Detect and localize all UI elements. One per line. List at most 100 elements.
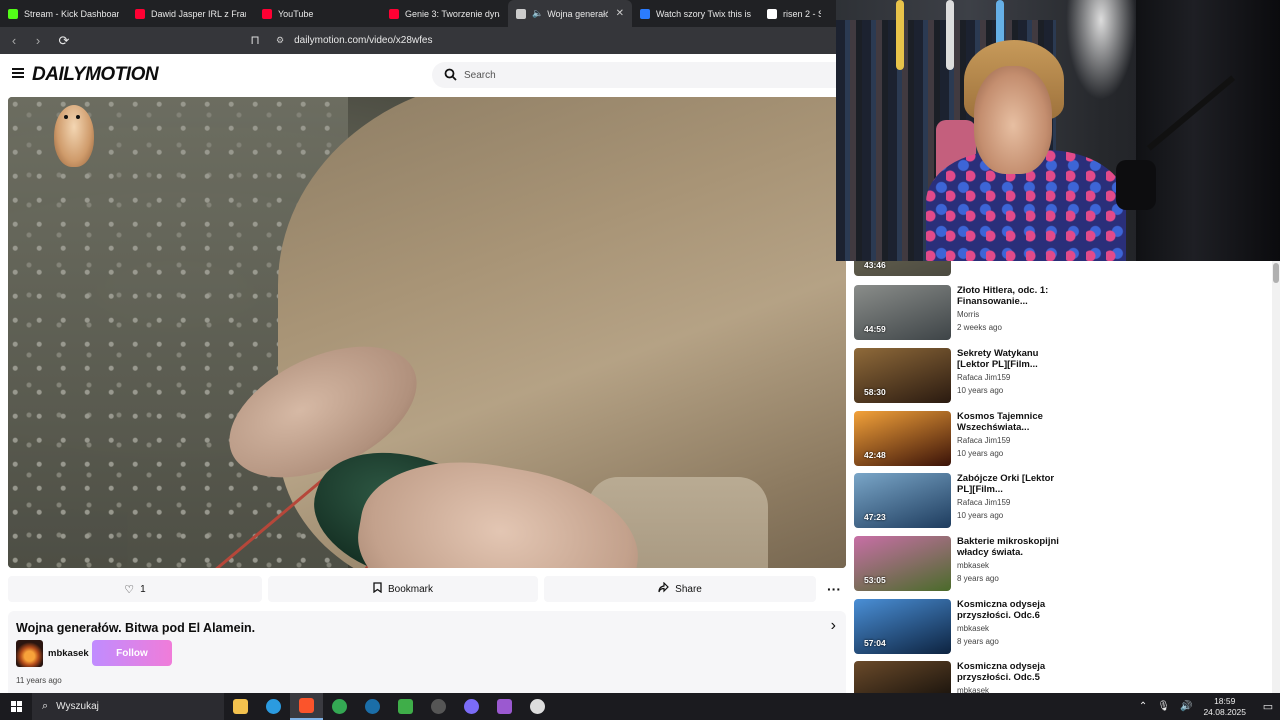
video-thumbnail[interactable]: 53:05 xyxy=(854,536,951,591)
tab-label: risen 2 - Szuka xyxy=(783,8,821,19)
taskbar-app-steam[interactable] xyxy=(356,693,389,720)
video-title[interactable]: Kosmiczna odyseja przyszłości. Odc.5 xyxy=(957,661,1067,683)
chevron-up-icon[interactable]: ⌃ xyxy=(1139,701,1147,712)
video-actions: ♡ 1 Bookmark Share ··· xyxy=(8,576,846,602)
search-icon xyxy=(444,68,458,82)
video-thumbnail[interactable]: 42:48 xyxy=(854,411,951,466)
taskbar-app-app-obs[interactable] xyxy=(422,693,455,720)
video-thumbnail[interactable]: 44:59 xyxy=(854,285,951,340)
video-thumbnail[interactable]: 58:30 xyxy=(854,348,951,403)
volume-icon[interactable]: 🔊 xyxy=(1180,701,1192,712)
site-settings-icon[interactable]: ⚙ xyxy=(276,35,284,46)
video-thumbnail[interactable]: 57:04 xyxy=(854,599,951,654)
reload-button[interactable]: ⟳ xyxy=(54,31,74,51)
system-tray: ⌃ 🎙 🔊 18:59 24.08.2025 ▭ xyxy=(1134,693,1280,720)
recommended-video[interactable]: 53:05 Bakterie mikroskopijni władcy świat… xyxy=(854,536,1154,592)
clock-date: 24.08.2025 xyxy=(1203,706,1246,717)
address-bar[interactable]: ⚙ dailymotion.com/video/x28wfes xyxy=(270,31,836,50)
channel-name[interactable]: Morris xyxy=(957,310,979,319)
taskbar-app-brave[interactable] xyxy=(290,693,323,720)
channel-avatar[interactable] xyxy=(16,640,43,667)
follow-button[interactable]: Follow xyxy=(92,640,172,666)
channel-name[interactable]: Rafaca Jim159 xyxy=(957,373,1010,382)
video-title[interactable]: Kosmos Tajemnice Wszechświata... xyxy=(957,411,1067,433)
video-title[interactable]: Bakterie mikroskopijni władcy świata. xyxy=(957,536,1067,558)
tab-favicon-icon xyxy=(389,8,399,19)
taskbar-search[interactable]: ⌕ Wyszukaj xyxy=(32,693,224,720)
channel-name[interactable]: mbkasek xyxy=(48,648,89,659)
brave-icon xyxy=(299,698,314,713)
browser-tab[interactable]: risen 2 - Szuka xyxy=(759,0,829,27)
notifications-icon[interactable]: ▭ xyxy=(1256,700,1280,713)
share-label: Share xyxy=(675,583,702,595)
recommendations-list: 43:461 week ago 44:59 Złoto Hitlera, odc. … xyxy=(846,261,1272,693)
channel-name[interactable]: Rafaca Jim159 xyxy=(957,436,1010,445)
browser-tab[interactable]: 🔈 Wojna generałów. ✕ xyxy=(508,0,632,27)
microphone-icon[interactable]: 🎙 xyxy=(1157,701,1170,712)
video-thumbnail[interactable]: 43:46 xyxy=(854,261,951,276)
site-logo[interactable]: DAILYMOTION xyxy=(32,64,159,86)
browser-tab[interactable]: Dawid Jasper IRL z Franien xyxy=(127,0,254,27)
browser-tab[interactable]: Stream - Kick Dashboard xyxy=(0,0,127,27)
back-button[interactable]: ‹ xyxy=(4,31,24,51)
search-input[interactable] xyxy=(464,69,764,81)
channel-name[interactable]: mbkasek xyxy=(957,561,989,570)
video-age: 10 years ago xyxy=(957,449,1004,458)
video-info: Wojna generałów. Bitwa pod El Alamein. ›… xyxy=(8,611,846,693)
recommended-video[interactable]: 47:23 Zabójcze Orki [Lektor PL][Film... Ra… xyxy=(854,473,1154,529)
search-box[interactable] xyxy=(432,62,836,88)
recommended-video[interactable]: 58:30 Sekrety Watykanu [Lektor PL][Film..… xyxy=(854,348,1154,404)
chevron-right-icon[interactable]: › xyxy=(831,617,836,635)
channel-name[interactable]: mbkasek xyxy=(957,624,989,633)
more-options-button[interactable]: ··· xyxy=(822,576,846,602)
video-title[interactable]: Zabójcze Orki [Lektor PL][Film... xyxy=(957,473,1067,495)
like-count: 1 xyxy=(140,583,146,595)
app-green-icon xyxy=(398,699,413,714)
bookmark-button[interactable]: Bookmark xyxy=(268,576,538,602)
recommended-video[interactable]: 42:48 Kosmos Tajemnice Wszechświata... Raf… xyxy=(854,411,1154,467)
like-button[interactable]: ♡ 1 xyxy=(8,576,262,602)
page-scrollbar[interactable] xyxy=(1272,261,1280,693)
recommended-video[interactable]: Kosmiczna odyseja przyszłości. Odc.5 mbka… xyxy=(854,661,1154,693)
bookmark-page-icon[interactable]: ⊓ xyxy=(246,31,264,49)
steam-icon xyxy=(365,699,380,714)
taskbar-app-edge[interactable] xyxy=(257,693,290,720)
channel-name[interactable]: mbkasek xyxy=(957,686,989,693)
tab-audio-icon[interactable]: 🔈 xyxy=(532,8,543,19)
taskbar-app-file-explorer[interactable] xyxy=(224,693,257,720)
tab-close-icon[interactable]: ✕ xyxy=(616,8,624,19)
video-thumbnail[interactable] xyxy=(854,661,951,693)
start-button[interactable] xyxy=(0,693,32,720)
taskbar-app-app-colorful[interactable] xyxy=(488,693,521,720)
recommended-video[interactable]: 44:59 Złoto Hitlera, odc. 1: Finansowanie… xyxy=(854,285,1154,341)
scrollbar-thumb[interactable] xyxy=(1273,263,1279,283)
video-title[interactable]: Złoto Hitlera, odc. 1: Finansowanie... xyxy=(957,285,1067,307)
hamster-overlay-icon xyxy=(54,105,94,167)
tab-favicon-icon xyxy=(262,8,272,19)
video-age: 8 years ago xyxy=(957,637,999,646)
video-duration: 43:46 xyxy=(864,261,886,270)
browser-tab[interactable]: Genie 3: Tworzenie dynam xyxy=(381,0,508,27)
video-title[interactable]: Sekrety Watykanu [Lektor PL][Film... xyxy=(957,348,1067,370)
clock[interactable]: 18:59 24.08.2025 xyxy=(1203,696,1246,718)
video-thumbnail[interactable]: 47:23 xyxy=(854,473,951,528)
recommended-video[interactable]: 57:04 Kosmiczna odyseja przyszłości. Odc.… xyxy=(854,599,1154,655)
menu-icon[interactable] xyxy=(12,68,24,78)
browser-tab[interactable]: Watch szory Twix this is or xyxy=(632,0,759,27)
forward-button[interactable]: › xyxy=(28,31,48,51)
taskbar-app-app-discord[interactable] xyxy=(455,693,488,720)
browser-tab[interactable]: YouTube xyxy=(254,0,381,27)
video-duration: 57:04 xyxy=(864,638,886,648)
share-button[interactable]: Share xyxy=(544,576,816,602)
windows-icon xyxy=(10,701,22,712)
video-player[interactable] xyxy=(8,97,846,568)
taskbar-app-chrome[interactable] xyxy=(323,693,356,720)
channel-name[interactable]: Rafaca Jim159 xyxy=(957,498,1010,507)
tab-label: YouTube xyxy=(278,8,314,19)
video-title[interactable]: Kosmiczna odyseja przyszłości. Odc.6 xyxy=(957,599,1067,621)
recommended-video[interactable]: 43:461 week ago xyxy=(854,261,1154,277)
taskbar-app-app-green[interactable] xyxy=(389,693,422,720)
video-age: 10 years ago xyxy=(957,511,1004,520)
taskbar-app-app-white[interactable] xyxy=(521,693,554,720)
tab-label: Wojna generałów. xyxy=(547,8,608,19)
